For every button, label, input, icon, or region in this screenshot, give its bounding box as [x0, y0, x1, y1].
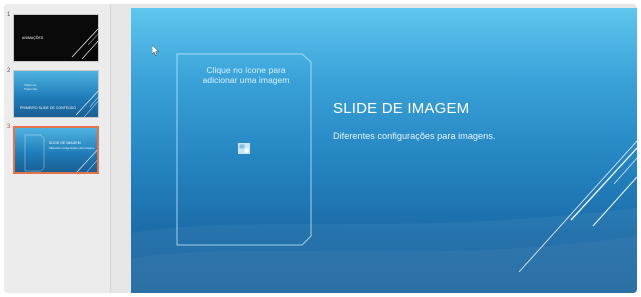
thumbnail-2-title: PRIMEIRO SLIDE DE CONTEÚDO — [20, 106, 77, 110]
decorative-lines — [75, 90, 98, 117]
thumbnail-2-bullet-2: Tópico dois — [24, 88, 38, 91]
slide-number-3: 3 — [7, 124, 11, 130]
slide-number-2: 2 — [7, 68, 11, 74]
slide-thumbnail-2[interactable]: Tópico um Tópico dois PRIMEIRO SLIDE DE … — [13, 70, 99, 118]
thumbnail-3-subtitle: Diferentes configurações para imagens. — [49, 147, 95, 150]
slide-thumbnail-pane: 1 ANIMAÇÕES 2 Tópico um Tópico dois PRIM… — [4, 4, 111, 293]
placeholder-line-2: adicionar uma imagem — [202, 75, 290, 85]
placeholder-line-1: Clique no ícone para — [206, 65, 286, 75]
slide-canvas[interactable]: Clique no ícone para adicionar uma image… — [131, 8, 637, 293]
thumbnail-1-title: ANIMAÇÕES — [22, 36, 44, 40]
slide-thumbnail-3[interactable]: SLIDE DE IMAGEM Diferentes configurações… — [13, 126, 99, 174]
slide-number-1: 1 — [7, 12, 11, 18]
slide-thumbnail-1[interactable]: ANIMAÇÕES — [13, 14, 99, 62]
image-placeholder-prompt[interactable]: Clique no ícone para adicionar uma image… — [179, 65, 313, 85]
pane-divider — [111, 4, 131, 293]
slide-subtitle[interactable]: Diferentes configurações para imagens. — [333, 131, 495, 141]
picture-icon[interactable] — [238, 143, 250, 154]
decorative-lines — [24, 134, 97, 172]
thumbnail-2-bullet-1: Tópico um — [24, 84, 37, 87]
cursor-arrow-icon — [152, 45, 160, 56]
thumbnail-3-title: SLIDE DE IMAGEM — [49, 141, 81, 145]
slide-decoration — [131, 53, 637, 293]
presentation-editor: 1 ANIMAÇÕES 2 Tópico um Tópico dois PRIM… — [4, 4, 637, 293]
slide-title[interactable]: SLIDE DE IMAGEM — [333, 100, 469, 117]
